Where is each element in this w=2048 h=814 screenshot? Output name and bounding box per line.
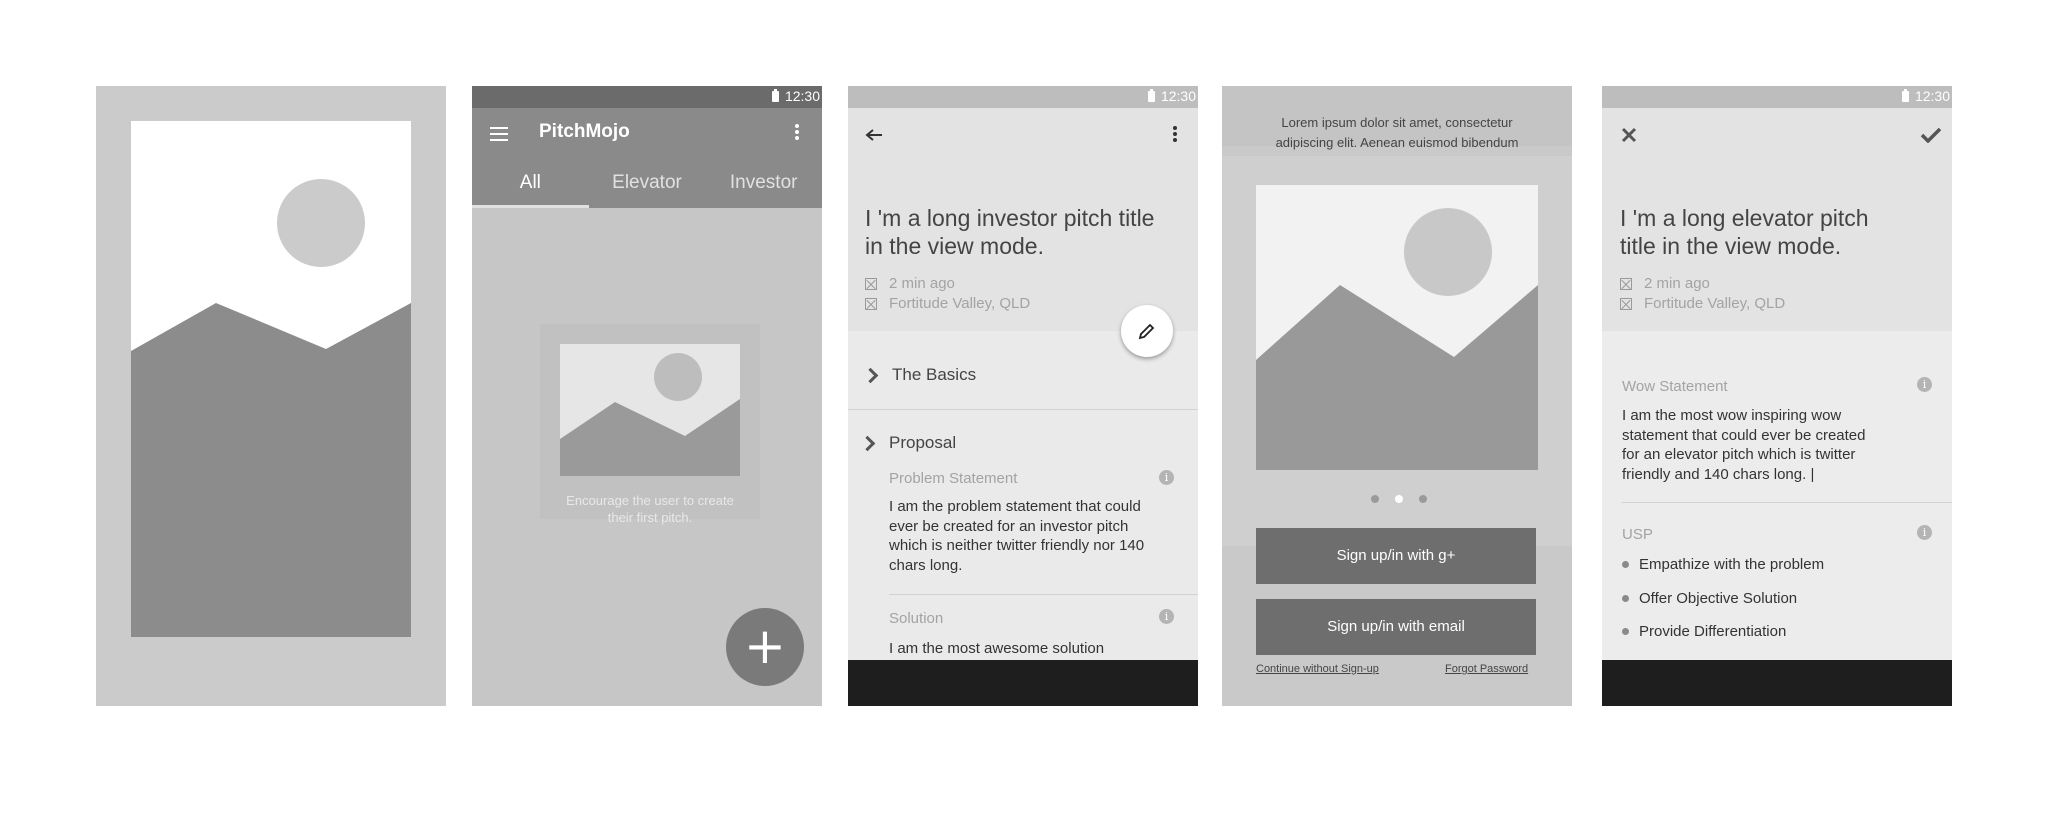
pitch-list-screen: 12:30 PitchMojo All Elevator Investor En… (472, 86, 822, 706)
empty-state-text: Encourage the user to create their first… (566, 493, 734, 525)
wow-text-field[interactable]: I am the most wow inspiring wow statemen… (1622, 406, 1887, 484)
clock-icon (865, 277, 877, 290)
usp-label: USP (1622, 526, 1653, 543)
menu-icon[interactable] (490, 127, 508, 145)
location-text: Fortitude Valley, QLD (889, 295, 1031, 312)
usp-item: Empathize with the problem (1622, 556, 1824, 573)
battery-icon (1901, 88, 1909, 102)
divider (889, 594, 1198, 595)
app-bar: PitchMojo (472, 108, 822, 160)
email-signin-button[interactable]: Sign up/in with email (1256, 599, 1536, 655)
pitch-title: I 'm a long investor pitch title in the … (865, 205, 1155, 259)
divider (848, 409, 1198, 410)
location-icon (1620, 297, 1632, 310)
problem-text: I am the problem statement that could ev… (889, 498, 1145, 574)
status-bar: 12:30 (472, 86, 822, 108)
status-bar: 12:30 (1602, 86, 1952, 108)
carousel-dot[interactable] (1419, 495, 1427, 503)
chevron-right-icon (862, 367, 879, 384)
close-icon[interactable] (1621, 127, 1637, 143)
divider (1622, 502, 1952, 503)
clock-icon (1620, 277, 1632, 290)
tab-bar: All Elevator Investor (472, 160, 822, 208)
usp-item-text: Empathize with the problem (1639, 556, 1825, 573)
empty-state: Encourage the user to create their first… (540, 324, 760, 525)
app-title: PitchMojo (539, 121, 630, 142)
splash-image-placeholder (131, 121, 411, 637)
location-row: Fortitude Valley, QLD (1620, 295, 1785, 312)
pitch-title: I 'm a long elevator pitch title in the … (1620, 205, 1869, 259)
usp-item: Provide Differentiation (1622, 623, 1786, 640)
status-time: 12:30 (1160, 88, 1196, 104)
location-icon (865, 297, 877, 310)
info-icon[interactable]: i (1917, 525, 1932, 540)
navigation-bar (848, 660, 1198, 706)
sign-in-screen: Lorem ipsum dolor sit amet, consectetur … (1222, 86, 1572, 706)
location-text: Fortitude Valley, QLD (1644, 295, 1786, 312)
elevator-pitch-screen: 12:30 I 'm a long elevator pitch title i… (1602, 86, 1952, 706)
tab-elevator[interactable]: Elevator (589, 160, 706, 208)
overflow-menu-icon[interactable] (1173, 126, 1177, 144)
status-bar: 12:30 (848, 86, 1198, 108)
splash-screen (96, 86, 446, 706)
empty-state-illustration (560, 344, 740, 476)
status-time: 12:30 (1914, 88, 1950, 104)
info-icon[interactable]: i (1917, 377, 1932, 392)
back-arrow-icon[interactable] (865, 128, 883, 142)
edit-button[interactable] (1121, 305, 1173, 357)
carousel-dot-active[interactable] (1395, 495, 1403, 503)
info-icon[interactable]: i (1159, 609, 1174, 624)
battery-icon (771, 88, 779, 102)
problem-label: Problem Statement (889, 470, 1018, 487)
info-icon[interactable]: i (1159, 470, 1174, 485)
time-ago: 2 min ago (889, 275, 955, 292)
usp-item: Offer Objective Solution (1622, 590, 1797, 607)
location-row: Fortitude Valley, QLD (865, 295, 1030, 312)
overflow-menu-icon[interactable] (795, 124, 799, 142)
wow-label: Wow Statement (1622, 378, 1728, 395)
google-signin-button[interactable]: Sign up/in with g+ (1256, 528, 1536, 584)
section-basics[interactable]: The Basics (892, 365, 976, 385)
section-proposal[interactable]: Proposal (889, 433, 956, 453)
chevron-right-icon (859, 435, 876, 452)
status-time: 12:30 (784, 88, 820, 104)
carousel-dot[interactable] (1371, 495, 1379, 503)
time-row: 2 min ago (865, 275, 955, 292)
tab-all[interactable]: All (472, 160, 589, 208)
investor-pitch-screen: 12:30 I 'm a long investor pitch title i… (848, 86, 1198, 706)
skip-signup-link[interactable]: Continue without Sign-up (1256, 663, 1379, 675)
navigation-bar (1602, 660, 1952, 706)
forgot-password-link[interactable]: Forgot Password (1445, 663, 1528, 675)
time-ago: 2 min ago (1644, 275, 1710, 292)
time-row: 2 min ago (1620, 275, 1710, 292)
carousel-image (1256, 185, 1538, 470)
usp-item-text: Offer Objective Solution (1639, 590, 1798, 607)
tab-investor[interactable]: Investor (705, 160, 822, 208)
battery-icon (1147, 88, 1155, 102)
solution-text: I am the most awesome solution (889, 640, 1105, 657)
solution-label: Solution (889, 610, 944, 627)
check-icon[interactable] (1920, 127, 1942, 143)
pencil-icon (1138, 323, 1155, 340)
usp-item-text: Provide Differentiation (1639, 623, 1787, 640)
add-pitch-button[interactable]: + (726, 608, 804, 686)
